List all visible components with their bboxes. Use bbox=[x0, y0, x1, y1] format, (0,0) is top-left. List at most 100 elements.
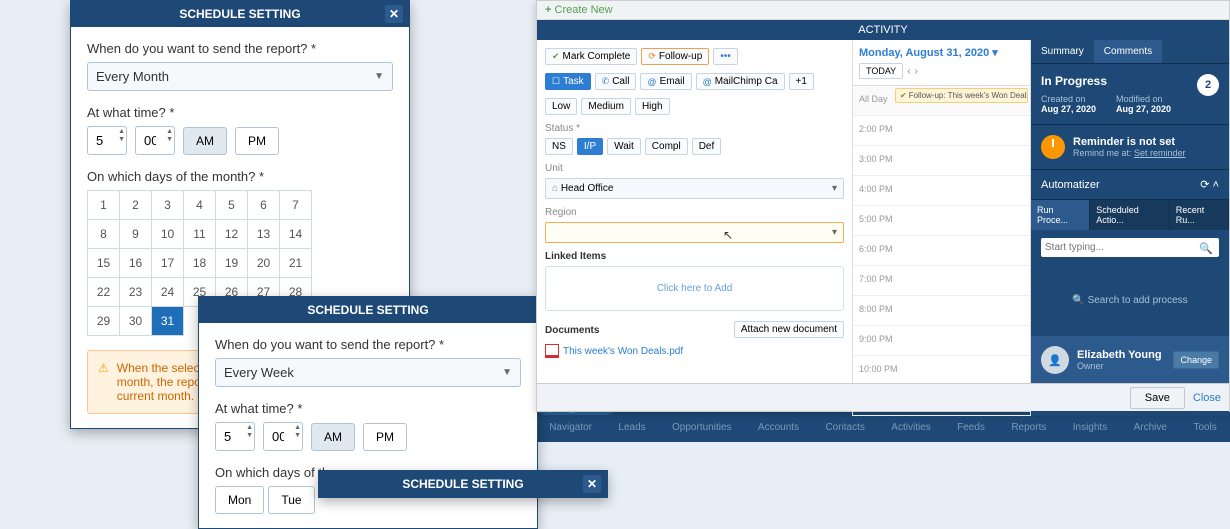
hour-up-icon[interactable]: ▲ bbox=[246, 424, 253, 432]
subtab-run[interactable]: Run Proce... bbox=[1031, 200, 1090, 230]
day-cell[interactable]: 14 bbox=[280, 220, 312, 249]
day-cell[interactable]: 3 bbox=[152, 191, 184, 220]
day-cell[interactable]: 15 bbox=[88, 249, 120, 278]
task-button[interactable]: ☐Task bbox=[545, 73, 591, 90]
day-cell[interactable]: 16 bbox=[120, 249, 152, 278]
next-day-icon[interactable]: › bbox=[915, 66, 918, 77]
hour-down-icon[interactable]: ▼ bbox=[246, 432, 253, 440]
linked-items-add[interactable]: Click here to Add bbox=[545, 266, 844, 311]
day-cell[interactable]: 4 bbox=[184, 191, 216, 220]
am-button[interactable]: AM bbox=[183, 127, 227, 155]
more-types-button[interactable]: +1 bbox=[789, 73, 814, 90]
region-select[interactable]: ▾ bbox=[545, 222, 844, 243]
chevron-up-icon[interactable]: ˄ bbox=[1213, 179, 1219, 191]
day-cell[interactable]: 23 bbox=[120, 278, 152, 307]
more-button[interactable]: ••• bbox=[713, 48, 738, 65]
frequency-select[interactable]: Every Week ▼ bbox=[215, 358, 521, 387]
day-cell[interactable]: 18 bbox=[184, 249, 216, 278]
refresh-icon[interactable]: ⟳ bbox=[1200, 179, 1209, 191]
call-button[interactable]: ✆Call bbox=[595, 73, 637, 90]
search-icon[interactable]: 🔍 bbox=[1199, 242, 1213, 255]
close-link[interactable]: Close bbox=[1193, 392, 1221, 404]
allday-slot[interactable]: All Day ✔Follow-up: This week's Won Deal… bbox=[853, 86, 1030, 116]
pm-button[interactable]: PM bbox=[235, 127, 279, 155]
minute-up-icon[interactable]: ▲ bbox=[294, 424, 301, 432]
time-label: At what time? * bbox=[215, 401, 521, 416]
today-button[interactable]: TODAY bbox=[859, 63, 903, 79]
priority-medium[interactable]: Medium bbox=[581, 98, 631, 115]
hour-up-icon[interactable]: ▲ bbox=[118, 128, 125, 136]
day-cell[interactable]: 11 bbox=[184, 220, 216, 249]
am-button[interactable]: AM bbox=[311, 423, 355, 451]
follow-up-button[interactable]: ⟳Follow-up bbox=[641, 48, 709, 65]
day-cell[interactable]: 17 bbox=[152, 249, 184, 278]
day-cell[interactable]: 8 bbox=[88, 220, 120, 249]
hour-down-icon[interactable]: ▼ bbox=[118, 136, 125, 144]
status-def[interactable]: Def bbox=[692, 138, 722, 155]
weekday-mon[interactable]: Mon bbox=[215, 486, 264, 514]
calendar-date[interactable]: Monday, August 31, 2020 ▾ bbox=[859, 46, 1024, 59]
day-cell[interactable]: 29 bbox=[88, 307, 120, 336]
status-wait[interactable]: Wait bbox=[607, 138, 641, 155]
day-cell[interactable]: 13 bbox=[248, 220, 280, 249]
priority-low[interactable]: Low bbox=[545, 98, 577, 115]
pm-button[interactable]: PM bbox=[363, 423, 407, 451]
status-ns[interactable]: NS bbox=[545, 138, 573, 155]
day-cell[interactable]: 7 bbox=[280, 191, 312, 220]
cursor-icon: ↖ bbox=[723, 228, 733, 242]
create-new-bar[interactable]: + Create New bbox=[537, 1, 1229, 20]
process-search-input[interactable] bbox=[1041, 238, 1219, 257]
change-owner-button[interactable]: Change bbox=[1173, 351, 1219, 369]
set-reminder-link[interactable]: Set reminder bbox=[1134, 148, 1186, 158]
time-slot[interactable]: 7:00 PM bbox=[853, 266, 1030, 296]
document-item[interactable]: This week's Won Deals.pdf bbox=[545, 344, 844, 358]
subtab-recent[interactable]: Recent Ru... bbox=[1170, 200, 1229, 230]
minute-up-icon[interactable]: ▲ bbox=[166, 128, 173, 136]
tab-summary[interactable]: Summary bbox=[1031, 40, 1094, 63]
calendar-event[interactable]: ✔Follow-up: This week's Won Deals bbox=[895, 88, 1028, 103]
day-cell[interactable]: 5 bbox=[216, 191, 248, 220]
minute-down-icon[interactable]: ▼ bbox=[166, 136, 173, 144]
day-cell[interactable]: 24 bbox=[152, 278, 184, 307]
attach-document-button[interactable]: Attach new document bbox=[734, 321, 844, 338]
weekday-tue[interactable]: Tue bbox=[268, 486, 314, 514]
unit-select[interactable]: ⌂ Head Office ▾ bbox=[545, 178, 844, 199]
mailchimp-button[interactable]: @MailChimp Ca bbox=[696, 73, 785, 90]
frequency-select[interactable]: Every Month ▼ bbox=[87, 62, 393, 91]
time-slot[interactable]: 4:00 PM bbox=[853, 176, 1030, 206]
close-icon[interactable]: ✕ bbox=[385, 5, 403, 23]
time-slot[interactable]: 8:00 PM bbox=[853, 296, 1030, 326]
time-slot[interactable]: 3:00 PM bbox=[853, 146, 1030, 176]
email-button[interactable]: @Email bbox=[640, 73, 691, 90]
day-cell[interactable]: 9 bbox=[120, 220, 152, 249]
day-cell[interactable]: 19 bbox=[216, 249, 248, 278]
day-cell[interactable]: 2 bbox=[120, 191, 152, 220]
day-cell-selected[interactable]: 31 bbox=[152, 307, 184, 336]
chevron-down-icon: ▼ bbox=[374, 71, 384, 82]
mark-complete-button[interactable]: ✔Mark Complete bbox=[545, 48, 637, 65]
status-ip[interactable]: I/P bbox=[577, 138, 603, 155]
day-cell[interactable]: 12 bbox=[216, 220, 248, 249]
day-cell[interactable]: 20 bbox=[248, 249, 280, 278]
time-slot[interactable]: 2:00 PM bbox=[853, 116, 1030, 146]
time-slot[interactable]: 10:00 PM bbox=[853, 356, 1030, 386]
close-icon[interactable]: ✕ bbox=[583, 475, 601, 493]
time-slot[interactable]: 5:00 PM bbox=[853, 206, 1030, 236]
day-cell[interactable]: 6 bbox=[248, 191, 280, 220]
day-cell[interactable]: 30 bbox=[120, 307, 152, 336]
priority-high[interactable]: High bbox=[635, 98, 670, 115]
status-compl[interactable]: Compl bbox=[645, 138, 688, 155]
day-cell[interactable]: 10 bbox=[152, 220, 184, 249]
time-slot[interactable]: 6:00 PM bbox=[853, 236, 1030, 266]
day-cell[interactable]: 22 bbox=[88, 278, 120, 307]
day-cell[interactable]: 1 bbox=[88, 191, 120, 220]
check-icon: ✔ bbox=[552, 51, 560, 62]
prev-day-icon[interactable]: ‹ bbox=[907, 66, 910, 77]
minute-down-icon[interactable]: ▼ bbox=[294, 432, 301, 440]
linked-items-label: Linked Items bbox=[545, 251, 844, 262]
save-button[interactable]: Save bbox=[1130, 387, 1185, 409]
day-cell[interactable]: 21 bbox=[280, 249, 312, 278]
time-slot[interactable]: 9:00 PM bbox=[853, 326, 1030, 356]
tab-comments[interactable]: Comments bbox=[1094, 40, 1162, 63]
subtab-scheduled[interactable]: Scheduled Actio... bbox=[1090, 200, 1170, 230]
